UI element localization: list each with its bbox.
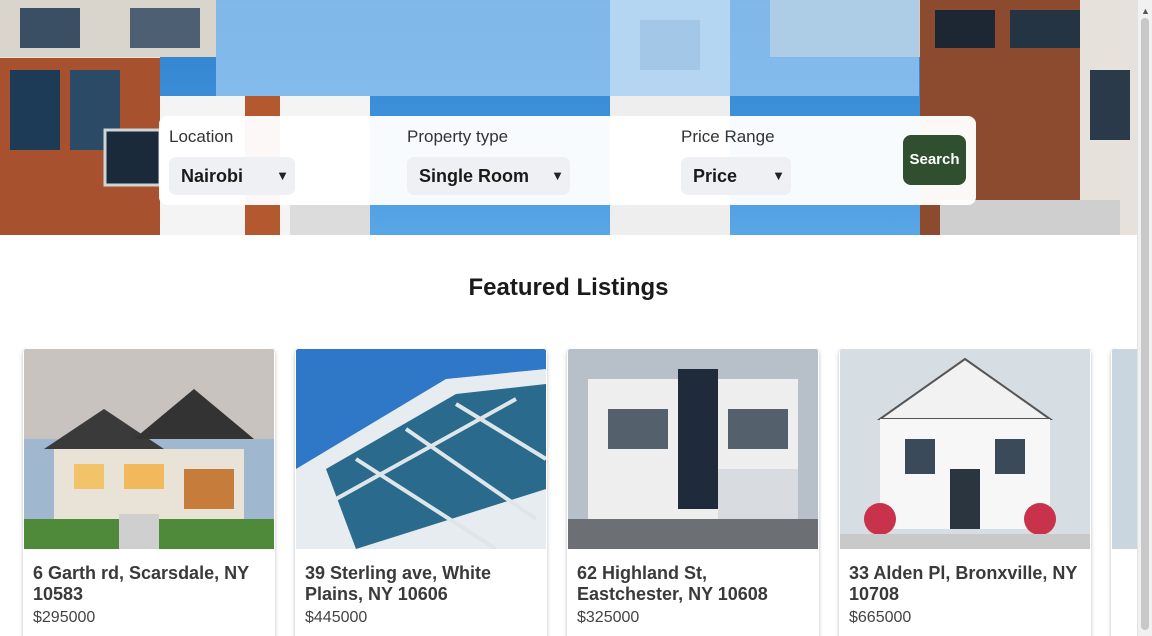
listing-photo — [1112, 349, 1137, 549]
scrollbar-thumb[interactable] — [1141, 18, 1149, 630]
location-label: Location — [169, 127, 234, 146]
property-type-select-value: Single Room — [419, 166, 530, 186]
search-button[interactable]: Search — [903, 135, 966, 185]
vertical-scrollbar[interactable]: ▲ — [1137, 0, 1152, 636]
listing-price: $445000 — [305, 609, 368, 626]
listing-price: $665000 — [849, 609, 912, 626]
listing-card[interactable]: 62 Highland St, Eastchester, NY 10608 $3… — [567, 348, 819, 636]
listing-price: $295000 — [33, 609, 96, 626]
property-type-label: Property type — [407, 127, 509, 146]
price-range-label: Price Range — [681, 127, 775, 146]
chevron-down-icon: ▼ — [276, 168, 289, 183]
listing-card[interactable]: 33 Alden Pl, Bronxville, NY 10708 $66500… — [839, 348, 1091, 636]
location-select[interactable]: Nairobi ▼ — [169, 157, 295, 195]
search-bar: Location Nairobi ▼ Property type Single … — [159, 116, 976, 205]
listing-photo — [296, 349, 546, 549]
price-range-select[interactable]: Price ▼ — [681, 157, 791, 195]
listings-carousel: 6 Garth rd, Scarsdale, NY 10583 $295000 … — [0, 348, 1137, 636]
listing-card[interactable]: 39 Sterling ave, White Plains, NY 10606 … — [295, 348, 547, 636]
page: Location Nairobi ▼ Property type Single … — [0, 0, 1152, 636]
chevron-down-icon: ▼ — [772, 168, 785, 183]
hero-overlay — [216, 0, 919, 96]
chevron-down-icon: ▼ — [551, 168, 564, 183]
arrow-up-icon[interactable]: ▲ — [1141, 6, 1150, 16]
listing-photo — [568, 349, 818, 549]
listing-card-partial[interactable] — [1111, 348, 1137, 636]
listing-address: 62 Highland St, Eastchester, NY 10608 — [577, 563, 768, 604]
hero-banner: Location Nairobi ▼ Property type Single … — [0, 0, 1137, 235]
property-type-select[interactable]: Single Room ▼ — [407, 157, 570, 195]
listing-price: $325000 — [577, 609, 640, 626]
location-select-value: Nairobi — [181, 166, 244, 186]
listing-photo — [24, 349, 274, 549]
listing-address: 6 Garth rd, Scarsdale, NY 10583 — [33, 563, 249, 604]
price-range-select-value: Price — [693, 166, 738, 186]
listing-card[interactable]: 6 Garth rd, Scarsdale, NY 10583 $295000 — [23, 348, 275, 636]
listing-photo — [840, 349, 1090, 549]
listing-address: 33 Alden Pl, Bronxville, NY 10708 — [849, 563, 1078, 604]
listing-address: 39 Sterling ave, White Plains, NY 10606 — [305, 563, 492, 604]
featured-listings-title: Featured Listings — [468, 274, 669, 301]
